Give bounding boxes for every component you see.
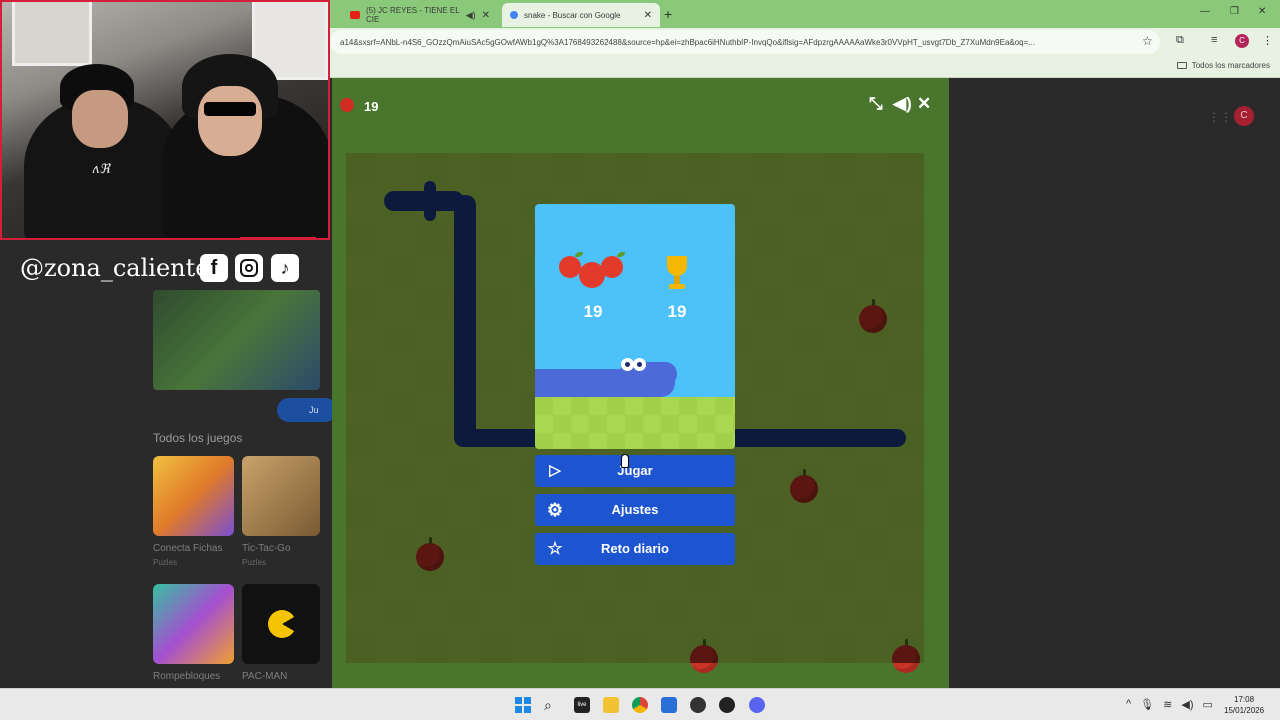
system-tray: ^ 🎙 ≋ ◀) ▭	[1126, 698, 1213, 711]
play-button[interactable]: ▷ Jugar	[535, 455, 735, 487]
all-bookmarks-label: Todos los marcadores	[1191, 61, 1270, 70]
maximize-icon[interactable]: ❐	[1230, 6, 1239, 17]
game-name[interactable]: Conecta Fichas	[153, 543, 222, 554]
volume-icon[interactable]: ◀)	[893, 94, 912, 114]
leaf-icon	[575, 252, 583, 257]
tiktok-icon: ♪	[271, 254, 299, 282]
media-controls-icon[interactable]: ≡	[1211, 34, 1217, 46]
best-score: 19	[667, 302, 687, 321]
taskbar: ⌕ live ^ 🎙 ≋ ◀) ▭ 17:08 15/01/2026	[0, 688, 1280, 720]
store-icon[interactable]	[661, 697, 677, 713]
leaf-icon	[617, 252, 625, 257]
start-icon[interactable]	[515, 697, 531, 713]
minimize-icon[interactable]: —	[1200, 6, 1210, 17]
speaker-icon[interactable]: ◀)	[466, 10, 476, 21]
apple-icon	[601, 256, 623, 278]
play-chip-button[interactable]: Ju	[277, 398, 337, 422]
game-name[interactable]: Tic-Tac-Go	[242, 543, 291, 554]
webcam-accent-bar	[240, 237, 316, 238]
game-thumbnail-pacman[interactable]	[242, 584, 320, 664]
wifi-icon[interactable]: ≋	[1163, 698, 1172, 711]
bookmark-star-icon[interactable]: ☆	[1142, 34, 1153, 48]
snake-eye	[633, 358, 646, 371]
instagram-icon	[235, 254, 263, 282]
live-icon[interactable]: live	[574, 697, 590, 713]
daily-challenge-button[interactable]: ☆ Reto diario	[535, 533, 735, 565]
address-bar[interactable]: a14&sxsrf=ANbL-n4S6_GOzzQmAiuSAc5gGOwfAW…	[330, 30, 1160, 54]
results-card: 19 19	[535, 204, 735, 449]
clock-time: 17:08	[1234, 695, 1255, 704]
face	[198, 86, 262, 156]
profile-avatar[interactable]: C	[1235, 34, 1249, 48]
featured-game-image[interactable]	[153, 290, 320, 390]
menu-dots-icon[interactable]: ⋮	[1262, 34, 1273, 47]
games-panel: Ju Todos los juegos Conecta Fichas Puzle…	[0, 290, 337, 688]
tab-google-search[interactable]: snake - Buscar con Google ✕	[502, 3, 660, 27]
current-score: 19	[583, 302, 603, 321]
discord-icon[interactable]	[749, 697, 765, 713]
game-thumbnail-tic-tac-go[interactable]	[242, 456, 320, 536]
speaker-icon[interactable]: ◀)	[1181, 698, 1193, 711]
close-icon[interactable]: ✕	[644, 10, 652, 21]
webcam-overlay: ʌℜ	[0, 0, 330, 240]
game-header: 19 ⤡ ◀) ✕	[332, 78, 949, 138]
search-icon[interactable]: ⌕	[544, 697, 560, 713]
game-name[interactable]: PAC-MAN	[242, 671, 287, 682]
battery-icon[interactable]: ▭	[1202, 698, 1212, 711]
mouse-cursor	[621, 454, 629, 468]
apple-icon	[559, 256, 581, 278]
tab-label: (5) JC REYES - TIENE EL CIE	[366, 6, 460, 24]
apps-grid-icon[interactable]: ⋮⋮	[1208, 110, 1232, 124]
all-bookmarks[interactable]: Todos los marcadores	[1176, 61, 1270, 70]
chrome-icon[interactable]	[632, 697, 648, 713]
play-label: Jugar	[617, 463, 653, 478]
game-name[interactable]: Rompebloques	[153, 671, 220, 682]
section-title: Todos los juegos	[153, 431, 243, 445]
game-category: Puzles	[153, 558, 178, 567]
fullscreen-exit-icon[interactable]: ⤡	[869, 94, 883, 114]
extensions-icon[interactable]: ⧉	[1176, 34, 1184, 47]
folder-icon	[1176, 62, 1187, 69]
header-score: 19	[364, 99, 379, 114]
settings-label: Ajustes	[611, 502, 659, 517]
sunglasses	[204, 102, 256, 116]
game-category: Puzles	[242, 558, 267, 567]
close-icon[interactable]: ✕	[917, 94, 931, 114]
tab-label: snake - Buscar con Google	[524, 10, 621, 20]
obs-icon[interactable]	[690, 697, 706, 713]
new-tab-button[interactable]: +	[664, 6, 672, 22]
tab-youtube[interactable]: (5) JC REYES - TIENE EL CIE ◀) ✕	[342, 3, 498, 27]
game-thumbnail-connect-four[interactable]	[153, 456, 234, 536]
facebook-icon: f	[200, 254, 228, 282]
daily-challenge-label: Reto diario	[601, 541, 669, 556]
google-icon	[510, 11, 518, 19]
settings-button[interactable]: ⚙ Ajustes	[535, 494, 735, 526]
background-window	[12, 2, 92, 66]
media-icon[interactable]	[719, 697, 735, 713]
pacman-icon	[268, 610, 296, 638]
card-grass	[535, 397, 735, 449]
explorer-icon[interactable]	[603, 697, 619, 713]
clock-date: 15/01/2026	[1224, 706, 1265, 715]
account-avatar[interactable]: C	[1234, 106, 1254, 126]
window-close-icon[interactable]: ✕	[1258, 6, 1266, 17]
chevron-up-icon[interactable]: ^	[1126, 698, 1131, 711]
clock[interactable]: 17:08 15/01/2026	[1224, 694, 1264, 716]
apple-icon	[340, 98, 354, 112]
shirt-logo: ʌℜ	[92, 162, 110, 177]
face	[72, 90, 128, 148]
social-handle: @zona_caliente	[20, 254, 210, 282]
microphone-icon[interactable]: 🎙	[1140, 698, 1154, 711]
game-thumbnail-breakout[interactable]	[153, 584, 234, 664]
close-icon[interactable]: ✕	[482, 10, 490, 21]
trophy-icon	[659, 254, 695, 294]
youtube-icon	[350, 11, 360, 19]
